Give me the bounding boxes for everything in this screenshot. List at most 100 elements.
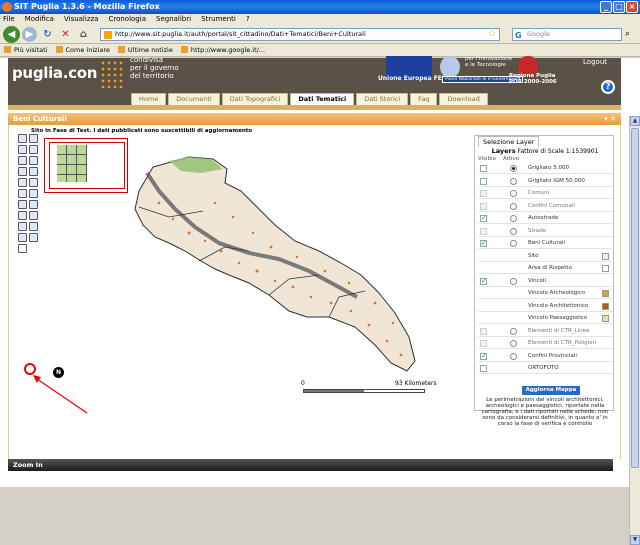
scroll-up-icon[interactable]: ▲ [630, 116, 640, 126]
tab-dati-storici[interactable]: Dati Storici [356, 93, 409, 105]
stop-icon[interactable]: ✕ [58, 27, 73, 42]
pan-tool-icon[interactable] [18, 134, 27, 143]
layers-header: Layers Fattore di Scale 1:1539901 [478, 147, 612, 156]
zoom-previous-icon[interactable] [18, 156, 27, 165]
arrow-down-icon[interactable] [29, 178, 38, 187]
layer-visible-checkbox[interactable] [480, 202, 487, 210]
layer-active-radio[interactable] [510, 215, 517, 222]
hand-icon[interactable] [18, 167, 27, 176]
layer-active-radio[interactable] [510, 277, 517, 285]
arrow-left-icon[interactable] [18, 178, 27, 187]
overview-map[interactable] [44, 138, 128, 193]
menu-modifica[interactable]: Modifica [25, 14, 54, 25]
arrow-up-icon[interactable] [29, 189, 38, 198]
layer-active-radio[interactable] [510, 227, 517, 235]
print-icon[interactable] [18, 244, 27, 253]
bookmark-google[interactable]: http://www.google.it/... [180, 44, 265, 56]
menu-file[interactable]: File [3, 14, 15, 25]
zoom-next-icon[interactable] [29, 156, 38, 165]
forward-icon[interactable]: ▶ [22, 27, 37, 42]
back-icon[interactable]: ◀ [3, 26, 20, 43]
list-icon[interactable] [29, 211, 38, 220]
grid-icon[interactable] [29, 233, 38, 242]
minimize-button[interactable]: _ [600, 1, 612, 13]
page-content: puglia.con condivisa per il governo del … [0, 56, 640, 545]
layer-selection-tab[interactable]: Selezione Layer [478, 136, 540, 147]
vertical-scrollbar[interactable]: ▲ ▼ [629, 116, 640, 545]
help-icon[interactable]: ? [601, 80, 615, 94]
layer-active-radio[interactable] [510, 165, 517, 172]
layer-visible-checkbox[interactable] [480, 276, 487, 287]
bookmark-piu-visitati[interactable]: Più visitati [4, 44, 48, 56]
layer-visible-checkbox[interactable] [480, 238, 487, 249]
bookmark-ultime-notizie[interactable]: Ultime notizie [117, 44, 173, 56]
scroll-down-icon[interactable]: ▼ [630, 535, 640, 545]
menu-cronologia[interactable]: Cronologia [108, 14, 146, 25]
measure-icon[interactable] [18, 211, 27, 220]
url-bar[interactable]: http://www.sit.puglia.it/auth/portal/sit… [100, 28, 500, 41]
menu-help[interactable]: ? [246, 14, 250, 25]
tagline-line: del territorio [130, 72, 174, 80]
zoom-out-icon[interactable] [29, 145, 38, 154]
layer-visible-checkbox[interactable] [480, 213, 487, 224]
layer-row: Area di Rispetto [478, 263, 612, 274]
menu-visualizza[interactable]: Visualizza [64, 14, 98, 25]
site-logo[interactable]: puglia.con [12, 64, 97, 82]
tab-home[interactable]: Home [131, 93, 167, 105]
layer-active-radio[interactable] [510, 327, 517, 335]
arrow-right-icon[interactable] [18, 189, 27, 198]
tab-download[interactable]: Download [439, 93, 488, 105]
layer-visible-checkbox[interactable] [480, 351, 487, 362]
eraser-icon[interactable] [29, 222, 38, 231]
home-icon[interactable]: ⌂ [76, 27, 91, 42]
zoom-in-icon[interactable] [18, 145, 27, 154]
layer-active-radio[interactable] [510, 352, 517, 360]
panel-controls-icon[interactable]: ▾ ✕ [604, 113, 616, 125]
region-label: Regione Puglia POR 2000-2006 [509, 73, 557, 85]
layer-visible-checkbox[interactable] [480, 227, 487, 235]
layer-visible-checkbox[interactable] [480, 365, 487, 372]
layers-heading: Layers [491, 147, 516, 155]
legend-swatch [602, 315, 609, 322]
search-input[interactable]: G Google [512, 28, 622, 41]
search-icon[interactable]: ⌕ [625, 29, 630, 39]
layer-active-radio[interactable] [510, 202, 517, 210]
layer-visible-checkbox[interactable] [480, 340, 487, 347]
legend-icon[interactable] [18, 233, 27, 242]
reload-icon[interactable]: ↻ [40, 27, 55, 42]
layer-visible-checkbox[interactable] [480, 190, 487, 197]
map-canvas[interactable] [129, 147, 429, 377]
layer-visible-checkbox[interactable] [480, 327, 487, 335]
menu-strumenti[interactable]: Strumenti [201, 14, 236, 25]
layer-visible-checkbox[interactable] [480, 165, 487, 172]
tab-dati-tematici[interactable]: Dati Tematici [290, 93, 355, 105]
layer-active-radio[interactable] [510, 177, 517, 185]
layer-name: Elementi di CTR_Poligoni [528, 340, 596, 346]
search-tool-icon[interactable] [29, 200, 38, 209]
search-placeholder: Google [527, 30, 550, 38]
layer-row: Elementi di CTR_Linee [478, 326, 612, 337]
bookmark-star-icon[interactable]: ☆ [488, 29, 496, 40]
scroll-thumb[interactable] [631, 128, 639, 468]
layer-visible-checkbox[interactable] [480, 177, 487, 185]
layer-active-radio[interactable] [510, 190, 517, 197]
select-icon[interactable] [29, 167, 38, 176]
layer-name: Autostrade [528, 215, 559, 221]
full-extent-icon[interactable] [29, 134, 38, 143]
scale-bar [303, 389, 425, 393]
tab-faq[interactable]: Faq [410, 93, 438, 105]
tab-dati-topografici[interactable]: Dati Topografici [221, 93, 289, 105]
tab-documenti[interactable]: Documenti [168, 93, 220, 105]
logout-link[interactable]: Logout [583, 58, 607, 66]
close-window-button[interactable]: × [626, 1, 638, 13]
info-icon[interactable] [18, 200, 27, 209]
menu-segnalibri[interactable]: Segnalibri [156, 14, 191, 25]
pointer-icon[interactable] [18, 222, 27, 231]
update-map-button[interactable]: Aggiorna Mappa [522, 386, 580, 395]
layer-active-radio[interactable] [510, 240, 517, 247]
bookmark-come-iniziare[interactable]: Come iniziare [55, 44, 110, 56]
maximize-button[interactable]: □ [613, 1, 625, 13]
layer-row: Confini Comunali [478, 201, 612, 212]
layer-active-radio[interactable] [510, 340, 517, 347]
zoom-status: Zoom In [13, 461, 43, 469]
